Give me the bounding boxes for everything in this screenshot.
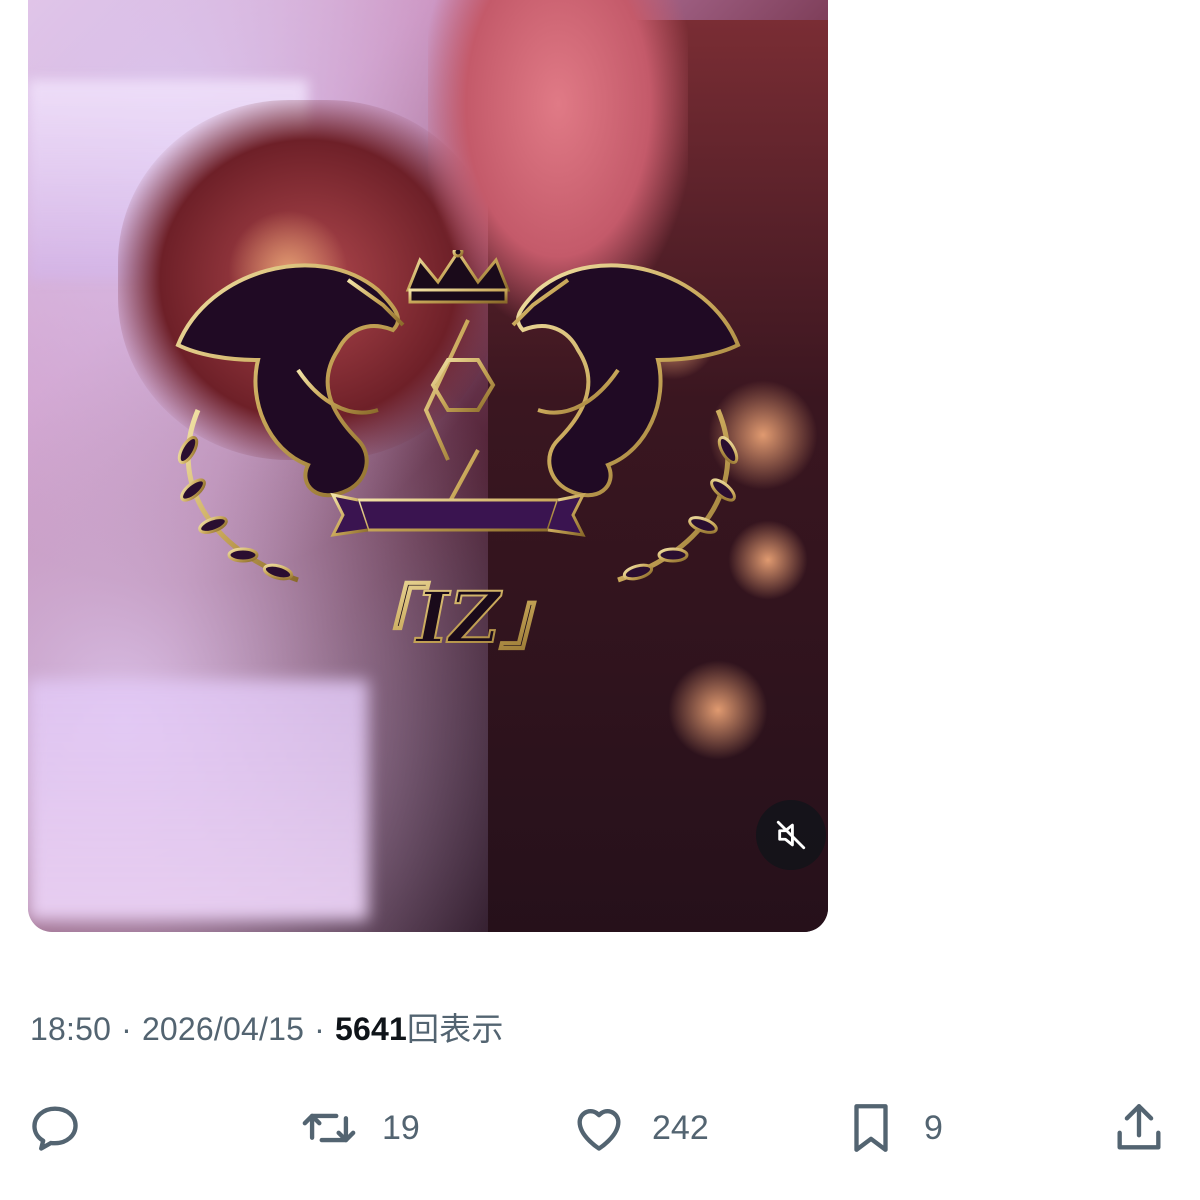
bookmark-icon [854,1104,888,1152]
right-dragon-icon [511,263,741,498]
meta-separator: · [121,1011,132,1047]
share-icon [1117,1104,1161,1150]
speaker-muted-icon [776,820,806,850]
meta-separator: · [314,1011,325,1047]
reply-icon [32,1106,78,1151]
repost-count: 19 [382,1108,420,1147]
crest-logo: 「IZ」 [175,250,741,680]
like-button[interactable]: 242 [570,1100,709,1156]
mute-button[interactable] [756,800,826,870]
repost-icon [302,1113,356,1143]
share-button[interactable] [1110,1100,1168,1156]
repost-button[interactable]: 19 [300,1100,420,1156]
like-count: 242 [652,1108,709,1147]
tweet-time[interactable]: 18:50 [30,1011,111,1047]
heart-icon [577,1109,621,1151]
banner-ribbon [330,492,586,537]
left-dragon-icon [175,263,405,498]
crest-text: 「IZ」 [346,576,570,659]
hexagon-emblem-icon [423,319,496,506]
views-count[interactable]: 5641 [335,1011,407,1047]
background-clouds [28,680,368,920]
bookmark-count: 9 [924,1108,943,1147]
bookmark-button[interactable]: 9 [842,1100,943,1156]
tweet-meta: 18:50 · 2026/04/15 · 5641回表示 [30,1004,504,1050]
tweet-date[interactable]: 2026/04/15 [142,1011,304,1047]
reply-button[interactable] [26,1100,84,1156]
crown-icon [405,250,511,304]
views-label: 回表示 [406,1011,504,1047]
video-player[interactable]: 「IZ」 [28,0,828,932]
